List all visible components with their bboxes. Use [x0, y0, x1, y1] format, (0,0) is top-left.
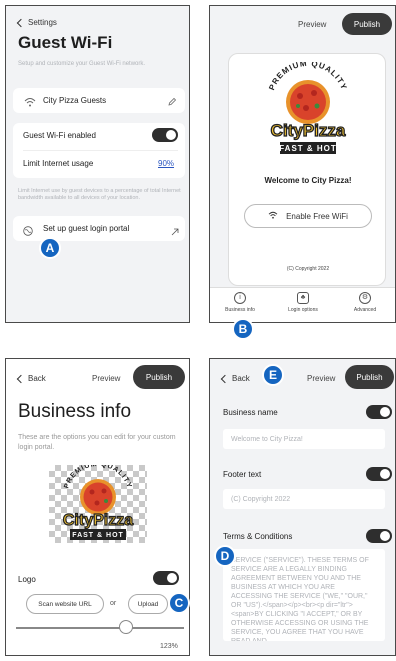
back-label: Back: [28, 374, 46, 383]
wifi-icon: [24, 94, 36, 112]
limit-usage-note: Limit Internet use by guest devices to a…: [18, 188, 181, 201]
callout-marker-b: B: [232, 318, 254, 340]
business-info-screen: Back Preview Publish Business info These…: [5, 358, 190, 656]
preview-tab[interactable]: Preview: [307, 374, 335, 383]
page-title: Guest Wi-Fi: [18, 33, 113, 52]
page-title: Business info: [18, 401, 132, 422]
tab-business-info[interactable]: i Business info: [210, 292, 270, 313]
wifi-button-label: Enable Free WiFi: [286, 211, 348, 221]
tab-label: Advanced: [353, 307, 377, 313]
publish-button[interactable]: Publish: [133, 365, 185, 389]
back-to-settings-link[interactable]: Settings: [16, 18, 57, 27]
portal-preview-card: PREMIUM QUALITY CityPizza FAST & HOT Wel…: [228, 53, 386, 286]
chevron-left-icon: [16, 18, 26, 27]
terms-toggle[interactable]: [366, 529, 392, 543]
arrow-up-right-icon: [171, 223, 179, 241]
page-subtitle: Setup and customize your Guest Wi-Fi net…: [18, 61, 146, 67]
publish-button[interactable]: Publish: [342, 13, 392, 35]
guest-wifi-enabled-label: Guest Wi-Fi enabled: [23, 131, 96, 140]
logo-preview: PREMIUM QUALITY CityPizza FAST & HOT: [49, 465, 147, 543]
svg-text:FAST & HOT: FAST & HOT: [279, 144, 337, 153]
callout-marker-c: C: [168, 592, 190, 614]
logo-toggle[interactable]: [153, 571, 179, 585]
business-name-label: Business name: [223, 408, 278, 417]
city-pizza-logo: PREMIUM QUALITY CityPizza FAST & HOT: [262, 59, 354, 164]
limit-usage-label: Limit Internet usage: [23, 159, 94, 168]
back-link[interactable]: Back: [220, 374, 250, 383]
enable-free-wifi-button[interactable]: Enable Free WiFi: [244, 204, 372, 228]
guest-wifi-screen: Settings Guest Wi-Fi Setup and customize…: [5, 5, 190, 323]
business-name-input[interactable]: Welcome to City Pizza!: [223, 429, 385, 449]
scan-website-url-button[interactable]: Scan website URL: [26, 594, 104, 614]
logo-label: Logo: [18, 575, 36, 584]
chevron-left-icon: [220, 374, 230, 383]
callout-marker-d: D: [214, 545, 236, 567]
page-subtitle: These are the options you can edit for y…: [18, 434, 176, 451]
or-label: or: [110, 600, 117, 607]
svg-text:CityPizza: CityPizza: [63, 512, 133, 529]
portal-preview-screen: Preview Publish PREMIUM QUALITY CityPizz…: [209, 5, 396, 323]
business-info-fields-screen: Back Preview Publish Business name Welco…: [209, 358, 396, 656]
portal-label: Set up guest login portal: [43, 224, 130, 233]
svg-text:FAST & HOT: FAST & HOT: [72, 532, 124, 539]
limit-usage-value-link[interactable]: 90%: [158, 159, 174, 168]
logo-zoom-slider-handle[interactable]: [119, 620, 133, 634]
back-label: Back: [232, 374, 250, 383]
chevron-left-icon: [16, 374, 26, 383]
network-name-row[interactable]: City Pizza Guests: [13, 88, 185, 113]
footer-text-label: Footer text: [223, 470, 262, 479]
network-name: City Pizza Guests: [43, 96, 107, 105]
back-label: Settings: [28, 18, 57, 27]
bottom-tab-bar: i Business info ♣ Login options ⚙ Advanc…: [210, 287, 395, 322]
wifi-settings-card: Guest Wi-Fi enabled Limit Internet usage…: [13, 123, 185, 178]
tab-advanced[interactable]: ⚙ Advanced: [335, 292, 395, 313]
svg-text:CityPizza: CityPizza: [271, 121, 346, 140]
tab-login-options[interactable]: ♣ Login options: [273, 292, 333, 313]
logo-zoom-slider-track[interactable]: [16, 627, 184, 629]
upload-button[interactable]: Upload: [128, 594, 168, 614]
footer-copyright: (C) Copyright 2022: [286, 266, 330, 272]
globe-icon: [23, 223, 33, 241]
zoom-value: 123%: [160, 643, 178, 650]
preview-tab[interactable]: Preview: [92, 374, 120, 383]
callout-marker-a: A: [39, 237, 61, 259]
info-icon: i: [234, 292, 246, 304]
publish-button[interactable]: Publish: [345, 365, 394, 389]
back-link[interactable]: Back: [16, 374, 46, 383]
preview-tab[interactable]: Preview: [298, 20, 326, 29]
guest-wifi-toggle[interactable]: [152, 128, 178, 142]
terms-label: Terms & Conditions: [223, 532, 293, 541]
edit-pencil-icon[interactable]: [167, 94, 177, 112]
user-icon: ♣: [297, 292, 309, 304]
gear-icon: ⚙: [359, 292, 371, 304]
footer-text-input[interactable]: (C) Copyright 2022: [223, 489, 385, 509]
callout-marker-e: E: [262, 364, 284, 386]
footer-text-toggle[interactable]: [366, 467, 392, 481]
tab-label: Login options: [288, 307, 318, 313]
welcome-heading: Welcome to City Pizza!: [264, 176, 352, 185]
terms-textarea[interactable]: SERVICE ("SERVICE"). THESE TERMS OF SERV…: [223, 549, 385, 641]
divider: [23, 150, 178, 151]
guest-login-portal-row[interactable]: Set up guest login portal: [13, 216, 185, 241]
business-name-toggle[interactable]: [366, 405, 392, 419]
tab-label: Business info: [225, 307, 255, 313]
wifi-icon: [268, 211, 278, 221]
